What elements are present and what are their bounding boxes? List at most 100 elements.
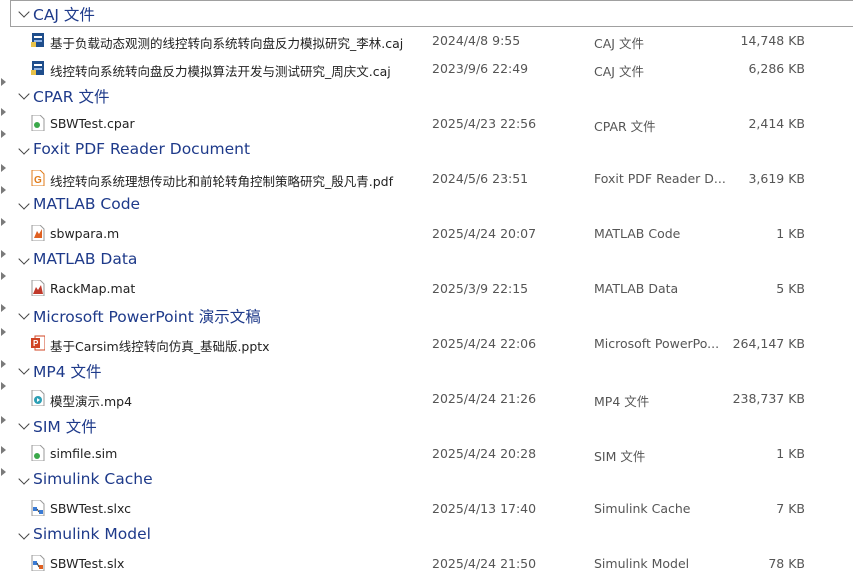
nav-expand-arrow-icon[interactable] bbox=[1, 250, 6, 258]
file-type: CAJ 文件 bbox=[594, 64, 644, 79]
nav-expand-arrow-icon[interactable] bbox=[1, 468, 6, 476]
file-date: 2025/4/24 20:07 bbox=[432, 226, 537, 241]
group-name: MP4 文件 bbox=[33, 363, 102, 381]
file-row[interactable]: SBWTest.slx 2025/4/24 21:50 Simulink Mod… bbox=[10, 550, 853, 577]
file-row[interactable]: 基于负载动态观测的线控转向系统转向盘反力模拟研究_李林.caj 2024/4/8… bbox=[10, 27, 853, 54]
file-size: 6,286 KB bbox=[748, 61, 805, 76]
file-size: 3,619 KB bbox=[748, 171, 805, 186]
nav-expand-arrow-icon[interactable] bbox=[1, 382, 6, 390]
navigation-pane-edge bbox=[0, 0, 10, 586]
group-header-matlab-data[interactable]: MATLAB Data bbox=[10, 247, 853, 274]
file-name: 基于负载动态观测的线控转向系统转向盘反力模拟研究_李林.caj bbox=[50, 36, 404, 51]
group-name: MATLAB Code bbox=[33, 195, 141, 213]
file-row[interactable]: SBWTest.slxc 2025/4/13 17:40 Simulink Ca… bbox=[10, 495, 853, 522]
file-name: SBWTest.slx bbox=[50, 556, 125, 571]
file-name: sbwpara.m bbox=[50, 226, 120, 241]
nav-expand-arrow-icon[interactable] bbox=[1, 304, 6, 312]
file-name: simfile.sim bbox=[50, 446, 118, 461]
group-header-mp4[interactable]: MP4 文件 bbox=[10, 357, 853, 384]
group-header-sim[interactable]: SIM 文件 bbox=[10, 412, 853, 439]
file-size: 5 KB bbox=[776, 281, 805, 296]
file-row[interactable]: G 线控转向系统理想传动比和前轮转角控制策略研究_殷凡青.pdf 2024/5/… bbox=[10, 165, 853, 192]
nav-expand-arrow-icon[interactable] bbox=[1, 78, 6, 86]
file-type: Simulink Model bbox=[594, 556, 690, 571]
file-name: SBWTest.slxc bbox=[50, 501, 132, 516]
mp4-file-icon bbox=[31, 390, 45, 406]
chevron-down-icon[interactable] bbox=[18, 528, 30, 540]
nav-expand-arrow-icon[interactable] bbox=[1, 272, 6, 280]
simulink-cache-icon bbox=[31, 500, 45, 516]
chevron-down-icon[interactable] bbox=[18, 253, 30, 265]
svg-text:P: P bbox=[33, 339, 39, 348]
nav-expand-arrow-icon[interactable] bbox=[1, 218, 6, 226]
file-date: 2025/4/24 21:50 bbox=[432, 556, 537, 571]
pptx-file-icon: P bbox=[31, 335, 45, 351]
file-type: MATLAB Data bbox=[594, 281, 679, 296]
file-type: Foxit PDF Reader D... bbox=[594, 171, 726, 186]
file-date: 2025/4/24 22:06 bbox=[432, 336, 537, 351]
file-row[interactable]: sbwpara.m 2025/4/24 20:07 MATLAB Code 1 … bbox=[10, 220, 853, 247]
group-name: Simulink Model bbox=[33, 525, 151, 543]
file-row[interactable]: P 基于Carsim线控转向仿真_基础版.pptx 2025/4/24 22:0… bbox=[10, 330, 853, 357]
file-row[interactable]: simfile.sim 2025/4/24 20:28 SIM 文件 1 KB bbox=[10, 440, 853, 467]
group-header-cpar[interactable]: CPAR 文件 bbox=[10, 82, 853, 109]
file-date: 2025/4/13 17:40 bbox=[432, 501, 537, 516]
file-date: 2025/4/24 21:26 bbox=[432, 391, 537, 406]
group-header-caj[interactable]: CAJ 文件 bbox=[10, 0, 853, 27]
file-name: 线控转向系统理想传动比和前轮转角控制策略研究_殷凡青.pdf bbox=[50, 174, 393, 189]
group-name: SIM 文件 bbox=[33, 418, 97, 436]
group-name: Simulink Cache bbox=[33, 470, 153, 488]
caj-file-icon bbox=[31, 60, 44, 76]
nav-expand-arrow-icon[interactable] bbox=[1, 164, 6, 172]
svg-text:G: G bbox=[34, 175, 42, 186]
file-row[interactable]: 模型演示.mp4 2025/4/24 21:26 MP4 文件 238,737 … bbox=[10, 385, 853, 412]
nav-expand-arrow-icon[interactable] bbox=[1, 130, 6, 138]
file-date: 2025/4/23 22:56 bbox=[432, 116, 537, 131]
nav-expand-arrow-icon[interactable] bbox=[1, 328, 6, 336]
group-name: CPAR 文件 bbox=[33, 88, 110, 106]
group-header-simulink-model[interactable]: Simulink Model bbox=[10, 522, 853, 549]
chevron-down-icon[interactable] bbox=[18, 143, 30, 155]
group-header-matlab-code[interactable]: MATLAB Code bbox=[10, 192, 853, 219]
file-type: CPAR 文件 bbox=[594, 119, 656, 134]
nav-expand-arrow-icon[interactable] bbox=[1, 186, 6, 194]
cpar-file-icon bbox=[31, 115, 45, 131]
file-date: 2024/5/6 23:51 bbox=[432, 171, 529, 186]
chevron-down-icon[interactable] bbox=[18, 363, 30, 375]
file-size: 264,147 KB bbox=[732, 336, 805, 351]
file-date: 2025/3/9 22:15 bbox=[432, 281, 529, 296]
chevron-down-icon[interactable] bbox=[18, 308, 30, 320]
matlab-data-icon bbox=[31, 280, 45, 296]
file-size: 14,748 KB bbox=[740, 33, 805, 48]
file-type: MP4 文件 bbox=[594, 394, 650, 409]
file-date: 2023/9/6 22:49 bbox=[432, 61, 529, 76]
nav-expand-arrow-icon[interactable] bbox=[1, 360, 6, 368]
nav-expand-arrow-icon[interactable] bbox=[1, 446, 6, 454]
file-date: 2024/4/8 9:55 bbox=[432, 33, 521, 48]
caj-file-icon bbox=[31, 32, 44, 48]
nav-expand-arrow-icon[interactable] bbox=[1, 416, 6, 424]
file-size: 238,737 KB bbox=[732, 391, 805, 406]
file-name: SBWTest.cpar bbox=[50, 116, 135, 131]
group-header-pptx[interactable]: Microsoft PowerPoint 演示文稿 bbox=[10, 302, 853, 329]
chevron-down-icon[interactable] bbox=[18, 473, 30, 485]
file-size: 2,414 KB bbox=[748, 116, 805, 131]
group-header-simulink-cache[interactable]: Simulink Cache bbox=[10, 467, 853, 494]
file-type: SIM 文件 bbox=[594, 449, 646, 464]
file-row[interactable]: 线控转向系统转向盘反力模拟算法开发与测试研究_周庆文.caj 2023/9/6 … bbox=[10, 55, 853, 82]
file-type: CAJ 文件 bbox=[594, 36, 644, 51]
chevron-down-icon[interactable] bbox=[18, 418, 30, 430]
group-header-pdf[interactable]: Foxit PDF Reader Document bbox=[10, 137, 853, 164]
file-size: 1 KB bbox=[776, 226, 805, 241]
chevron-down-icon[interactable] bbox=[18, 198, 30, 210]
file-type: Microsoft PowerPo... bbox=[594, 336, 720, 351]
matlab-code-icon bbox=[31, 225, 45, 241]
group-name: MATLAB Data bbox=[33, 250, 138, 268]
nav-expand-arrow-icon[interactable] bbox=[1, 108, 6, 116]
file-row[interactable]: SBWTest.cpar 2025/4/23 22:56 CPAR 文件 2,4… bbox=[10, 110, 853, 137]
sim-file-icon bbox=[31, 445, 45, 461]
pdf-file-icon: G bbox=[31, 170, 45, 186]
file-row[interactable]: RackMap.mat 2025/3/9 22:15 MATLAB Data 5… bbox=[10, 275, 853, 302]
chevron-down-icon[interactable] bbox=[18, 88, 30, 100]
chevron-down-icon[interactable] bbox=[18, 6, 30, 18]
